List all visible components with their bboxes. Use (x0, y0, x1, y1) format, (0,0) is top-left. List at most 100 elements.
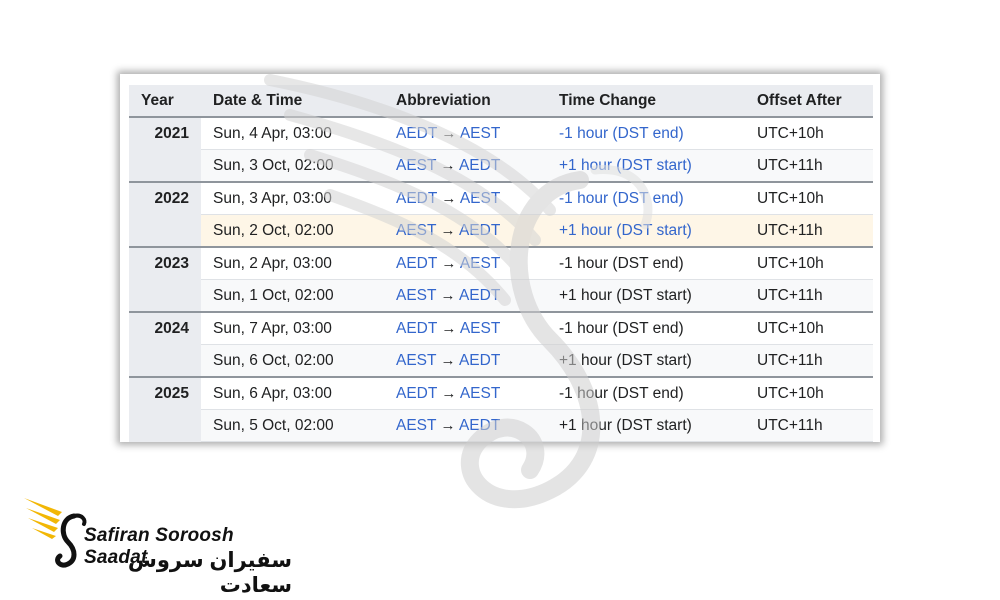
table-body: 2021 Sun, 4 Apr, 03:00 AEDT → AEST -1 hour … (129, 116, 873, 442)
year-cell: 2024 (129, 311, 201, 345)
abbreviation-to-link[interactable]: AEDT (459, 157, 500, 174)
abbreviation-cell: AEDT → AEST (384, 311, 547, 345)
abbreviation-cell: AEDT → AEST (384, 181, 547, 215)
arrow-right-icon: → (441, 124, 457, 142)
table-header-row: Year Date & Time Abbreviation Time Chang… (129, 85, 873, 118)
abbreviation-to-link[interactable]: AEST (460, 190, 500, 207)
timezone-table-card: Year Date & Time Abbreviation Time Chang… (120, 74, 880, 442)
offset-after-cell: UTC+11h (745, 409, 873, 442)
year-cell (129, 149, 201, 183)
time-change-cell: -1 hour (DST end) (547, 376, 745, 410)
table-row: Sun, 1 Oct, 02:00 AEST → AEDT +1 hour (DST… (129, 279, 873, 313)
header-abbreviation: Abbreviation (384, 85, 547, 118)
arrow-right-icon: → (440, 416, 456, 434)
abbreviation-cell: AEDT → AEST (384, 376, 547, 410)
date-time-cell: Sun, 6 Apr, 03:00 (201, 376, 384, 410)
offset-after-cell: UTC+11h (745, 214, 873, 248)
table-row: Sun, 3 Oct, 02:00 AEST → AEDT +1 hour (DST… (129, 149, 873, 183)
abbreviation-cell: AEDT → AEST (384, 246, 547, 280)
abbreviation-cell: AEST → AEDT (384, 149, 547, 183)
abbreviation-cell: AEST → AEDT (384, 279, 547, 313)
time-change-cell: +1 hour (DST start) (547, 279, 745, 313)
table-row: 2023 Sun, 2 Apr, 03:00 AEDT → AEST -1 hour … (129, 246, 873, 280)
table-row: 2022 Sun, 3 Apr, 03:00 AEDT → AEST -1 hour … (129, 181, 873, 215)
arrow-right-icon: → (441, 384, 457, 402)
year-cell: 2022 (129, 181, 201, 215)
time-change-cell: +1 hour (DST start) (547, 214, 745, 248)
dst-table: Year Date & Time Abbreviation Time Chang… (129, 85, 873, 442)
arrow-right-icon: → (441, 254, 457, 272)
abbreviation-from-link[interactable]: AEST (396, 157, 436, 174)
table-row: Sun, 6 Oct, 02:00 AEST → AEDT +1 hour (DST… (129, 344, 873, 378)
year-cell: 2025 (129, 376, 201, 410)
header-offset-after: Offset After (745, 85, 873, 118)
year-cell (129, 214, 201, 248)
abbreviation-from-link[interactable]: AEDT (396, 190, 437, 207)
winged-swan-icon (24, 498, 87, 568)
abbreviation-to-link[interactable]: AEDT (459, 417, 500, 434)
time-change-cell: -1 hour (DST end) (547, 246, 745, 280)
table-row: 2021 Sun, 4 Apr, 03:00 AEDT → AEST -1 hour … (129, 116, 873, 150)
offset-after-cell: UTC+11h (745, 344, 873, 378)
abbreviation-to-link[interactable]: AEST (460, 255, 500, 272)
year-cell: 2023 (129, 246, 201, 280)
abbreviation-from-link[interactable]: AEDT (396, 125, 437, 142)
arrow-right-icon: → (441, 319, 457, 337)
time-change-cell: -1 hour (DST end) (547, 116, 745, 150)
date-time-cell: Sun, 6 Oct, 02:00 (201, 344, 384, 378)
abbreviation-to-link[interactable]: AEST (460, 320, 500, 337)
abbreviation-cell: AEST → AEDT (384, 344, 547, 378)
table-row: 2025 Sun, 6 Apr, 03:00 AEDT → AEST -1 hour … (129, 376, 873, 410)
table-row: Sun, 2 Oct, 02:00 AEST → AEDT +1 hour (DST… (129, 214, 873, 248)
offset-after-cell: UTC+10h (745, 376, 873, 410)
time-change-cell: +1 hour (DST start) (547, 409, 745, 442)
year-cell (129, 279, 201, 313)
abbreviation-from-link[interactable]: AEST (396, 352, 436, 369)
abbreviation-from-link[interactable]: AEST (396, 287, 436, 304)
abbreviation-to-link[interactable]: AEST (460, 125, 500, 142)
time-change-cell: +1 hour (DST start) (547, 344, 745, 378)
time-change-cell: -1 hour (DST end) (547, 311, 745, 345)
year-cell (129, 344, 201, 378)
arrow-right-icon: → (440, 286, 456, 304)
table-row: Sun, 5 Oct, 02:00 AEST → AEDT +1 hour (DST… (129, 409, 873, 442)
date-time-cell: Sun, 2 Apr, 03:00 (201, 246, 384, 280)
header-year: Year (129, 85, 201, 118)
arrow-right-icon: → (440, 156, 456, 174)
abbreviation-cell: AEST → AEDT (384, 409, 547, 442)
arrow-right-icon: → (440, 221, 456, 239)
abbreviation-to-link[interactable]: AEDT (459, 287, 500, 304)
time-change-cell: +1 hour (DST start) (547, 149, 745, 183)
date-time-cell: Sun, 7 Apr, 03:00 (201, 311, 384, 345)
arrow-right-icon: → (440, 351, 456, 369)
date-time-cell: Sun, 4 Apr, 03:00 (201, 116, 384, 150)
year-cell: 2021 (129, 116, 201, 150)
abbreviation-from-link[interactable]: AEST (396, 417, 436, 434)
date-time-cell: Sun, 3 Oct, 02:00 (201, 149, 384, 183)
abbreviation-to-link[interactable]: AEST (460, 385, 500, 402)
abbreviation-from-link[interactable]: AEDT (396, 320, 437, 337)
table-row: 2024 Sun, 7 Apr, 03:00 AEDT → AEST -1 hour … (129, 311, 873, 345)
date-time-cell: Sun, 1 Oct, 02:00 (201, 279, 384, 313)
date-time-cell: Sun, 5 Oct, 02:00 (201, 409, 384, 442)
abbreviation-cell: AEST → AEDT (384, 214, 547, 248)
time-change-cell: -1 hour (DST end) (547, 181, 745, 215)
abbreviation-from-link[interactable]: AEDT (396, 385, 437, 402)
header-time-change: Time Change (547, 85, 745, 118)
brand-name-fa: سفیران سروش سعادت (127, 549, 292, 597)
abbreviation-cell: AEDT → AEST (384, 116, 547, 150)
offset-after-cell: UTC+10h (745, 246, 873, 280)
brand-logo: Safiran Soroosh Saadat سفیران سروش سعادت (22, 494, 292, 597)
offset-after-cell: UTC+11h (745, 149, 873, 183)
offset-after-cell: UTC+10h (745, 311, 873, 345)
year-cell (129, 409, 201, 442)
offset-after-cell: UTC+10h (745, 116, 873, 150)
offset-after-cell: UTC+11h (745, 279, 873, 313)
date-time-cell: Sun, 2 Oct, 02:00 (201, 214, 384, 248)
offset-after-cell: UTC+10h (745, 181, 873, 215)
abbreviation-to-link[interactable]: AEDT (459, 222, 500, 239)
abbreviation-to-link[interactable]: AEDT (459, 352, 500, 369)
abbreviation-from-link[interactable]: AEST (396, 222, 436, 239)
abbreviation-from-link[interactable]: AEDT (396, 255, 437, 272)
arrow-right-icon: → (441, 189, 457, 207)
